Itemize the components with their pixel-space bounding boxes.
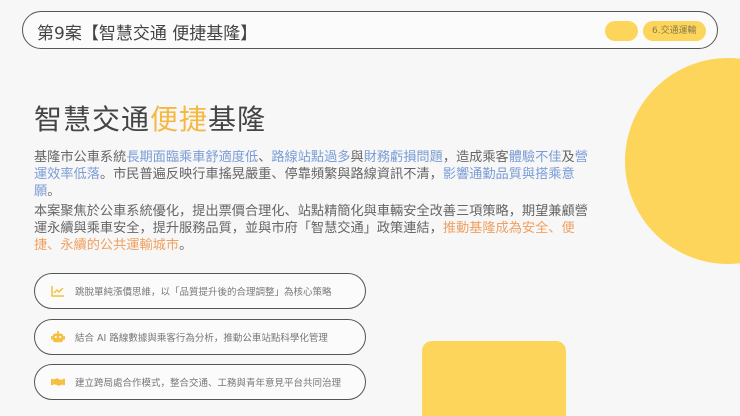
main-heading: 智慧交通便捷基隆 <box>34 98 266 138</box>
card-text: 結合 AI 路線數據與乘客行為分析，推動公車站點科學化管理 <box>75 333 328 344</box>
heading-part: 基隆 <box>208 103 267 136</box>
chart-line-icon <box>51 284 65 298</box>
heading-highlight: 便捷 <box>150 103 209 136</box>
header-bar: 第9案【智慧交通 便捷基隆】 6.交通運輸 <box>22 11 718 49</box>
page-title: 第9案【智慧交通 便捷基隆】 <box>37 24 258 44</box>
strategy-card: 跳脫單純漲價思維，以「品質提升後的合理調整」為核心策略 <box>34 273 366 309</box>
header-pill <box>605 21 638 41</box>
card-text: 建立跨局處合作模式，整合交通、工務與青年意見平台共同治理 <box>75 378 342 389</box>
category-badge: 6.交通運輸 <box>643 21 706 41</box>
text-span: ，造成乘客 <box>442 150 509 165</box>
decorative-circle <box>625 58 740 264</box>
heading-part: 智慧交通 <box>34 103 151 136</box>
text-span: 。市民普遍反映行車搖晃嚴重、停靠頻繁與路線資訊不清， <box>99 167 443 182</box>
text-span: 及 <box>561 150 575 165</box>
text-span: 財務虧損問題 <box>363 150 443 165</box>
text-span: 路線站點過多 <box>271 150 351 165</box>
decorative-block <box>422 341 566 416</box>
text-span: 與 <box>350 150 364 165</box>
robot-icon <box>51 330 65 344</box>
handshake-icon <box>51 375 65 389</box>
intro-paragraph: 基隆市公車系統長期面臨乘車舒適度低、路線站點過多與財務虧損問題，造成乘客體驗不佳… <box>34 149 594 200</box>
text-span: 、 <box>258 150 272 165</box>
text-span: 。 <box>47 184 61 199</box>
text-span: 基隆市公車系統 <box>34 150 127 165</box>
text-span: 體驗不佳 <box>508 150 562 165</box>
text-span: 長期面臨乘車舒適度低 <box>126 150 259 165</box>
text-span: 。 <box>179 238 193 253</box>
strategy-card: 建立跨局處合作模式，整合交通、工務與青年意見平台共同治理 <box>34 364 366 400</box>
card-text: 跳脫單純漲價思維，以「品質提升後的合理調整」為核心策略 <box>75 287 332 298</box>
focus-paragraph: 本案聚焦於公車系統優化，提出票價合理化、站點精簡化與車輛安全改善三項策略，期望兼… <box>34 203 594 254</box>
strategy-card: 結合 AI 路線數據與乘客行為分析，推動公車站點科學化管理 <box>34 319 366 355</box>
